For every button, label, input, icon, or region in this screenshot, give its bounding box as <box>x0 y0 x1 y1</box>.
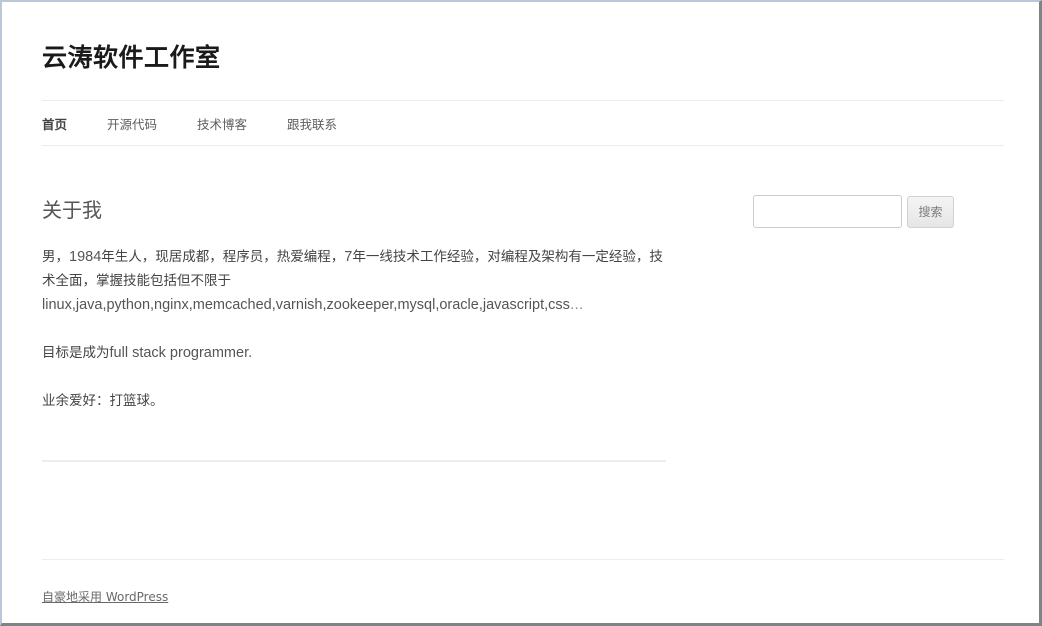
search-button[interactable]: 搜索 <box>907 195 954 228</box>
page-title: 关于我 <box>42 198 102 222</box>
search-input[interactable] <box>753 195 902 228</box>
goal-text: full stack programmer. <box>109 345 253 361</box>
nav-item-home[interactable]: 首页 <box>42 114 67 133</box>
nav-item-blog[interactable]: 技术博客 <box>197 114 247 133</box>
page-container: 云涛软件工作室 首页 开源代码 技术博客 跟我联系 关于我 男，1984年生人，… <box>42 2 1004 622</box>
entry-content: 男，1984年生人，现居成都，程序员，热爱编程，7年一线技术工作经验，对编程及架… <box>42 245 666 413</box>
wordpress-credit-link[interactable]: 自豪地采用 WordPress <box>42 588 168 605</box>
tech-list: linux,java,python,nginx,memcached,varnis… <box>42 297 570 313</box>
paragraph-text: 目标是成为 <box>42 345 110 361</box>
goal-paragraph: 目标是成为full stack programmer. <box>42 341 666 365</box>
browser-frame: 云涛软件工作室 首页 开源代码 技术博客 跟我联系 关于我 男，1984年生人，… <box>0 0 1042 626</box>
paragraph-text: 年生人，现居成都，程序员，热爱编程， <box>101 249 345 265</box>
birth-year: 1984 <box>69 249 102 265</box>
paragraph-text: 男， <box>42 249 69 265</box>
main-content: 关于我 男，1984年生人，现居成都，程序员，热爱编程，7年一线技术工作经验，对… <box>42 194 666 437</box>
nav-item-contact[interactable]: 跟我联系 <box>287 114 337 133</box>
footer-divider <box>42 559 1004 560</box>
content-divider <box>42 460 666 462</box>
primary-nav: 首页 开源代码 技术博客 跟我联系 <box>42 100 1004 146</box>
tech-list-ellipsis: … <box>569 297 584 313</box>
search-widget: 搜索 <box>753 195 954 228</box>
hobby-paragraph: 业余爱好：打篮球。 <box>42 393 164 409</box>
nav-item-open-source[interactable]: 开源代码 <box>107 114 157 133</box>
site-title[interactable]: 云涛软件工作室 <box>42 38 221 74</box>
about-paragraph: 男，1984年生人，现居成都，程序员，热爱编程，7年一线技术工作经验，对编程及架… <box>42 245 666 317</box>
